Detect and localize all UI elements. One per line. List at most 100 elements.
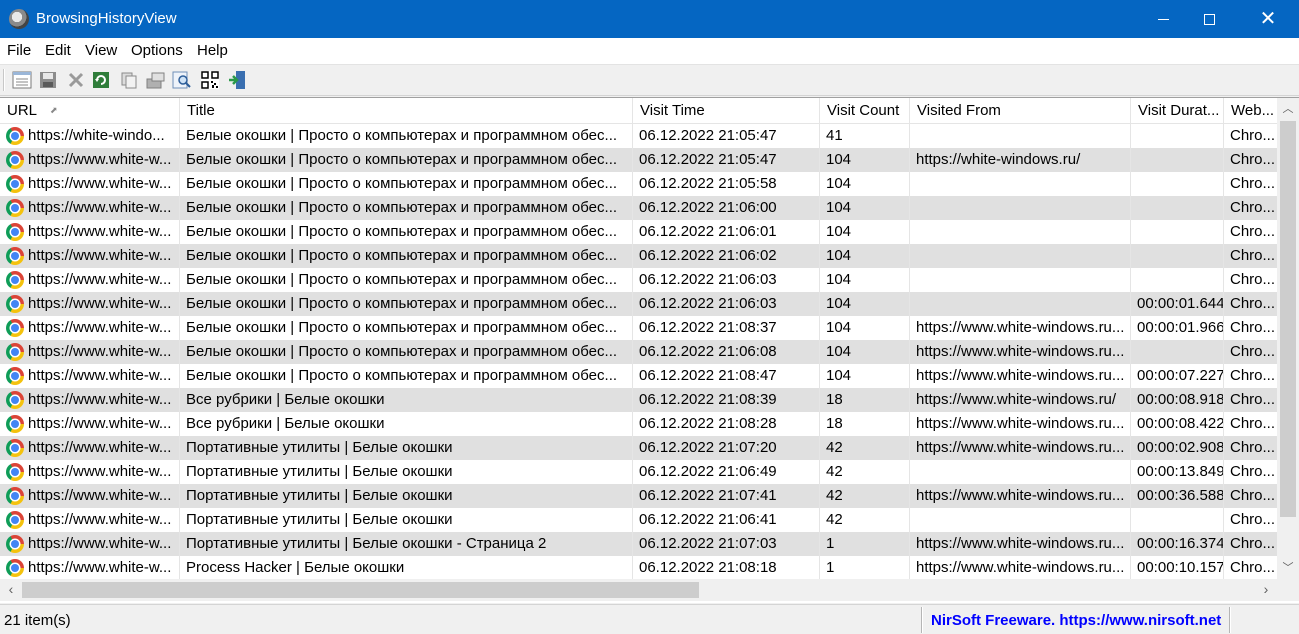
- cell-url-text: https://white-windo...: [28, 127, 165, 144]
- horizontal-scrollbar[interactable]: ‹ ›: [0, 579, 1277, 601]
- column-visit-duration[interactable]: Visit Durat...: [1131, 98, 1224, 124]
- qr-code-button[interactable]: [198, 69, 222, 91]
- cell-visit-time-text: 06.12.2022 21:06:00: [639, 199, 777, 216]
- vertical-scroll-thumb[interactable]: [1280, 121, 1296, 517]
- cell-visit-duration-text: 00:00:16.374: [1137, 535, 1224, 552]
- scroll-left-icon[interactable]: ‹: [0, 579, 22, 601]
- table-row[interactable]: https://www.white-w... Портативные утилит…: [0, 484, 1277, 508]
- cell-web-browser: Chro...: [1224, 508, 1277, 532]
- status-bar: 21 item(s) NirSoft Freeware. https://www…: [0, 604, 1299, 634]
- cell-title-text: Все рубрики | Белые окошки: [186, 415, 385, 432]
- cell-visit-time: 06.12.2022 21:06:08: [633, 340, 820, 364]
- table-row[interactable]: https://white-windo... Белые окошки | Про…: [0, 124, 1277, 148]
- scroll-up-icon[interactable]: ︿: [1277, 98, 1299, 120]
- cell-web-browser: Chro...: [1224, 148, 1277, 172]
- cell-visit-count: 104: [820, 148, 910, 172]
- column-visit-count[interactable]: Visit Count: [820, 98, 910, 124]
- table-row[interactable]: https://www.white-w... Портативные утилит…: [0, 460, 1277, 484]
- cell-title: Портативные утилиты | Белые окошки: [180, 436, 633, 460]
- status-divider: [921, 607, 923, 633]
- chrome-icon: [6, 271, 24, 289]
- cell-url-text: https://www.white-w...: [28, 319, 172, 336]
- cell-title-text: Белые окошки | Просто о компьютерах и пр…: [186, 223, 618, 240]
- cell-web-browser-text: Chro...: [1230, 391, 1276, 408]
- cell-web-browser: Chro...: [1224, 556, 1277, 580]
- cell-web-browser-text: Chro...: [1230, 151, 1276, 168]
- table-row[interactable]: https://www.white-w... Белые окошки | Про…: [0, 268, 1277, 292]
- column-web-browser[interactable]: Web...: [1224, 98, 1277, 124]
- delete-button[interactable]: [64, 69, 88, 91]
- table-row[interactable]: https://www.white-w... Белые окошки | Про…: [0, 292, 1277, 316]
- minimize-button[interactable]: [1140, 0, 1186, 38]
- maximize-button[interactable]: [1186, 0, 1232, 38]
- table-row[interactable]: https://www.white-w... Белые окошки | Про…: [0, 316, 1277, 340]
- cell-title-text: Белые окошки | Просто о компьютерах и пр…: [186, 319, 618, 336]
- nirsoft-link[interactable]: NirSoft Freeware. https://www.nirsoft.ne…: [931, 612, 1221, 629]
- cell-visited-from: https://www.white-windows.ru/: [910, 388, 1131, 412]
- menu-options[interactable]: Options: [131, 42, 183, 59]
- table-row[interactable]: https://www.white-w... Белые окошки | Про…: [0, 172, 1277, 196]
- menu-edit[interactable]: Edit: [45, 42, 71, 59]
- cell-web-browser: Chro...: [1224, 316, 1277, 340]
- table-row[interactable]: https://www.white-w... Process Hacker | Б…: [0, 556, 1277, 580]
- column-visited-from[interactable]: Visited From: [910, 98, 1131, 124]
- table-row[interactable]: https://www.white-w... Портативные утилит…: [0, 508, 1277, 532]
- cell-visit-time: 06.12.2022 21:06:00: [633, 196, 820, 220]
- copy-button[interactable]: [117, 69, 141, 91]
- cell-title: Белые окошки | Просто о компьютерах и пр…: [180, 316, 633, 340]
- save-button[interactable]: [36, 69, 60, 91]
- table-row[interactable]: https://www.white-w... Все рубрики | Белы…: [0, 388, 1277, 412]
- cell-url-text: https://www.white-w...: [28, 511, 172, 528]
- cell-visit-time: 06.12.2022 21:07:41: [633, 484, 820, 508]
- menu-file[interactable]: File: [7, 42, 31, 59]
- title-bar[interactable]: BrowsingHistoryView ✕: [0, 0, 1299, 38]
- table-row[interactable]: https://www.white-w... Белые окошки | Про…: [0, 340, 1277, 364]
- cell-visit-time: 06.12.2022 21:07:20: [633, 436, 820, 460]
- cell-web-browser: Chro...: [1224, 220, 1277, 244]
- chrome-icon: [6, 319, 24, 337]
- close-button[interactable]: ✕: [1245, 0, 1291, 38]
- column-visit-time[interactable]: Visit Time: [633, 98, 820, 124]
- table-row[interactable]: https://www.white-w... Белые окошки | Про…: [0, 364, 1277, 388]
- cell-visit-count: 18: [820, 388, 910, 412]
- cell-visit-time: 06.12.2022 21:08:47: [633, 364, 820, 388]
- vertical-scrollbar[interactable]: ︿ ﹀: [1277, 98, 1299, 579]
- export-button[interactable]: [144, 69, 168, 91]
- cell-visit-count-text: 42: [826, 511, 843, 528]
- scroll-right-icon[interactable]: ›: [1255, 579, 1277, 601]
- table-row[interactable]: https://www.white-w... Портативные утилит…: [0, 436, 1277, 460]
- exit-button[interactable]: [226, 69, 250, 91]
- table-row[interactable]: https://www.white-w... Белые окошки | Про…: [0, 220, 1277, 244]
- cell-title-text: Белые окошки | Просто о компьютерах и пр…: [186, 199, 618, 216]
- properties-button[interactable]: [10, 69, 34, 91]
- horizontal-scroll-thumb[interactable]: [22, 582, 699, 598]
- table-row[interactable]: https://www.white-w... Портативные утилит…: [0, 532, 1277, 556]
- cell-visit-count-text: 104: [826, 247, 852, 264]
- table-row[interactable]: https://www.white-w... Белые окошки | Про…: [0, 148, 1277, 172]
- cell-visit-count: 104: [820, 172, 910, 196]
- cell-visit-duration-text: 00:00:36.588: [1137, 487, 1224, 504]
- refresh-button[interactable]: [89, 69, 113, 91]
- column-url[interactable]: URL: [0, 98, 180, 124]
- cell-web-browser-text: Chro...: [1230, 271, 1276, 288]
- cell-url: https://www.white-w...: [0, 268, 180, 292]
- cell-web-browser: Chro...: [1224, 196, 1277, 220]
- cell-url-text: https://www.white-w...: [28, 199, 172, 216]
- menu-view[interactable]: View: [85, 42, 117, 59]
- cell-title: Белые окошки | Просто о компьютерах и пр…: [180, 220, 633, 244]
- table-row[interactable]: https://www.white-w... Все рубрики | Белы…: [0, 412, 1277, 436]
- cell-visit-count: 104: [820, 292, 910, 316]
- cell-title-text: Портативные утилиты | Белые окошки: [186, 463, 453, 480]
- menu-help[interactable]: Help: [197, 42, 228, 59]
- find-button[interactable]: [170, 69, 194, 91]
- cell-web-browser: Chro...: [1224, 484, 1277, 508]
- cell-visit-time: 06.12.2022 21:05:47: [633, 124, 820, 148]
- cell-visit-duration: 00:00:08.918: [1131, 388, 1224, 412]
- cell-visit-count: 104: [820, 196, 910, 220]
- history-list[interactable]: URL ⬈ Title Visit Time Visit Count Visit…: [0, 97, 1299, 603]
- scroll-down-icon[interactable]: ﹀: [1277, 557, 1299, 579]
- table-row[interactable]: https://www.white-w... Белые окошки | Про…: [0, 244, 1277, 268]
- table-row[interactable]: https://www.white-w... Белые окошки | Про…: [0, 196, 1277, 220]
- column-title[interactable]: Title: [180, 98, 633, 124]
- cell-visited-from: [910, 244, 1131, 268]
